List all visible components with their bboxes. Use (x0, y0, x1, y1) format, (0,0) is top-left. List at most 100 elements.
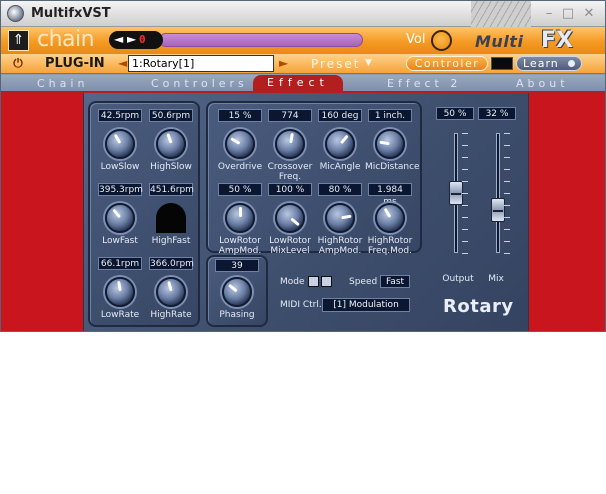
close-button[interactable]: ✕ (581, 6, 597, 21)
high-rate-knob[interactable] (156, 277, 186, 307)
fader-tick (462, 241, 468, 242)
fader-tick (504, 145, 510, 146)
app-icon (7, 5, 24, 22)
output-fader-handle[interactable] (449, 181, 463, 205)
low-slow-label: LowSlow (100, 162, 140, 172)
controler-display (491, 57, 513, 70)
overdrive-control: 15 % Overdrive (215, 109, 265, 172)
low-slow-value: 42.5rpm (98, 109, 142, 122)
speed-selector[interactable]: Fast (380, 275, 410, 288)
fader-tick (462, 181, 468, 182)
overdrive-value: 15 % (218, 109, 262, 122)
high-slow-value: 50.6rpm (149, 109, 193, 122)
low-fast-knob[interactable] (105, 203, 135, 233)
low-rotor-amp-knob[interactable] (225, 203, 255, 233)
low-rotor-mix-knob[interactable] (275, 203, 305, 233)
slot-next-icon[interactable]: ► (279, 56, 288, 70)
midi-ctrl-selector[interactable]: [1] Modulation (322, 298, 410, 312)
mic-distance-knob[interactable] (375, 129, 405, 159)
plugin-window: MultifxVST – □ ✕ ⇑ chain ◄ ► 0 Vol Multi… (0, 0, 606, 332)
fader-tick (504, 169, 510, 170)
fader-tick (462, 157, 468, 158)
upload-icon[interactable]: ⇑ (8, 30, 29, 51)
phasing-knob[interactable] (222, 277, 252, 307)
fader-tick (462, 193, 468, 194)
crossover-knob[interactable] (275, 129, 305, 159)
multifx-logo: Multi FX (471, 28, 601, 53)
learn-button[interactable]: Learn (516, 56, 582, 71)
power-icon[interactable]: ⏻ (11, 56, 25, 70)
overdrive-knob[interactable] (225, 129, 255, 159)
tab-row: Chain Controlers Effect Effect 2 About (1, 75, 605, 93)
high-fast-knob[interactable] (156, 203, 186, 233)
tab-effect[interactable]: Effect (253, 75, 343, 91)
low-rotor-amp-control: 50 % LowRotor AmpMod. (215, 183, 265, 256)
controler-button[interactable]: Controler (406, 56, 488, 71)
program-prev-icon[interactable]: ◄ (114, 32, 123, 46)
phasing-label: Phasing (219, 310, 255, 320)
mix-fader-handle[interactable] (491, 198, 505, 223)
fader-tick (504, 157, 510, 158)
mode-button-2[interactable] (321, 276, 332, 287)
plugin-label: PLUG-IN (45, 56, 105, 71)
low-rotor-amp-label: LowRotor AmpMod. (218, 236, 262, 256)
crossover-label: Crossover Freq. (267, 162, 313, 182)
fader-tick (504, 205, 510, 206)
tab-effect-2[interactable]: Effect 2 (387, 77, 461, 90)
high-rate-control: 366.0rpm HighRate (146, 257, 196, 320)
mode-button-1[interactable] (308, 276, 319, 287)
low-rotor-mix-label: LowRotor MixLevel (269, 236, 311, 256)
low-rotor-mix-control: 100 % LowRotor MixLevel (265, 183, 315, 256)
mic-distance-value: 1 inch. (368, 109, 412, 122)
mix-value: 32 % (478, 107, 516, 120)
high-rotor-freq-knob[interactable] (375, 203, 405, 233)
preset-menu[interactable]: Preset (311, 57, 360, 71)
fader-tick (504, 193, 510, 194)
tab-chain[interactable]: Chain (37, 77, 88, 90)
low-slow-knob[interactable] (105, 129, 135, 159)
program-slider-track[interactable] (159, 33, 363, 47)
fader-tick (462, 205, 468, 206)
speed-label: Speed (349, 277, 378, 287)
phasing-section: 39 Phasing (206, 255, 268, 327)
mic-angle-value: 160 deg (318, 109, 362, 122)
mode-label: Mode (280, 277, 305, 287)
crossover-value: 774 (268, 109, 312, 122)
slot-prev-icon[interactable]: ◄ (118, 56, 127, 70)
high-rotor-amp-knob[interactable] (325, 203, 355, 233)
amp-mic-section: 15 % Overdrive 774 Crossover Freq. 160 d… (206, 101, 422, 256)
maximize-button[interactable]: □ (560, 6, 576, 21)
output-value: 50 % (436, 107, 474, 120)
plugin-slot-field[interactable]: 1:Rotary[1] (128, 55, 274, 72)
mic-angle-control: 160 deg MicAngle (315, 109, 365, 172)
low-slow-control: 42.5rpm LowSlow (95, 109, 145, 172)
mic-angle-label: MicAngle (319, 162, 361, 172)
title-hatch-decoration (471, 1, 531, 27)
high-fast-value: 451.6rpm (149, 183, 194, 196)
tab-about[interactable]: About (516, 77, 569, 90)
mix-fader[interactable] (484, 131, 512, 259)
low-fast-control: 395.3rpm LowFast (95, 183, 145, 246)
volume-knob[interactable] (431, 30, 452, 51)
fader-tick (462, 229, 468, 230)
tab-controlers[interactable]: Controlers (151, 77, 248, 90)
output-fader[interactable] (442, 131, 470, 259)
minimize-button[interactable]: – (541, 6, 557, 21)
low-fast-label: LowFast (102, 236, 138, 246)
logo-multi-text: Multi (475, 32, 524, 51)
learn-led-icon (568, 60, 575, 67)
low-fast-value: 395.3rpm (98, 183, 143, 196)
high-fast-control: 451.6rpm HighFast (146, 183, 196, 246)
title-bar: MultifxVST – □ ✕ (1, 1, 605, 27)
low-rate-knob[interactable] (105, 277, 135, 307)
high-rotor-amp-control: 80 % HighRotor AmpMod. (315, 183, 365, 256)
mic-angle-knob[interactable] (325, 129, 355, 159)
fader-tick (462, 133, 468, 134)
fader-tick (504, 181, 510, 182)
low-rate-label: LowRate (100, 310, 140, 320)
chevron-down-icon[interactable]: ▼ (365, 58, 372, 68)
overdrive-label: Overdrive (217, 162, 263, 172)
program-next-icon[interactable]: ► (127, 32, 136, 46)
high-slow-knob[interactable] (156, 129, 186, 159)
high-rotor-freq-value: 1.984 ms (368, 183, 412, 207)
